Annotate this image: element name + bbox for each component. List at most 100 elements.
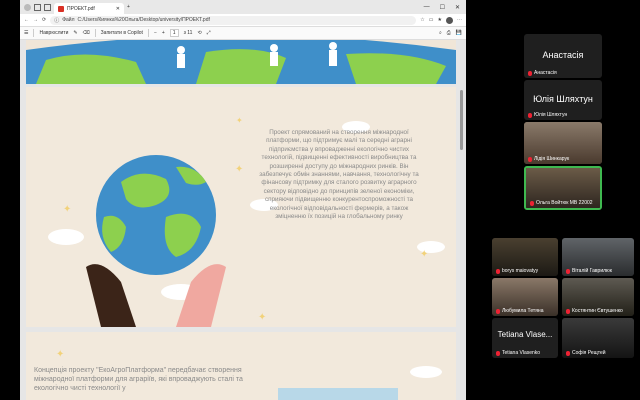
participant-name: Анастасія <box>534 70 557 76</box>
mic-muted-icon <box>528 70 532 76</box>
back-icon[interactable]: ← <box>24 17 29 23</box>
pdf-toolbar: ☰ Наврюслити ✎ ⌫ Запитати в Copilot − + … <box>20 27 466 40</box>
participant-tile[interactable]: Лідія Шинкарук <box>524 122 602 164</box>
participant-name: Костянтин Євтушенко <box>572 308 623 314</box>
project-concept: Концепція проекту "ЕкоАгроПлатформа" пер… <box>34 367 243 392</box>
close-tab-icon[interactable]: ✕ <box>116 6 120 12</box>
participant-tile[interactable]: Анастасія Анастасія <box>524 34 602 78</box>
svg-text:✦: ✦ <box>236 116 243 125</box>
mic-muted-icon <box>528 112 532 118</box>
scrollbar[interactable] <box>460 40 464 400</box>
url-field[interactable]: ⓘ Файл C:/Users/Киянка%20Ольга/Desktop/u… <box>50 15 417 25</box>
contents-button[interactable]: ☰ <box>24 30 28 36</box>
page-number-input[interactable]: 1 <box>169 29 179 37</box>
participant-tile[interactable]: Віталій Гаврилюк <box>562 238 634 276</box>
participant-label: Любумила Тетяна <box>496 308 543 314</box>
pdf-page-3: ✦ Концепція проекту "ЕкоАгроПлатформа" п… <box>26 332 456 400</box>
more-icon[interactable]: ⋯ <box>457 17 462 23</box>
profile-icon[interactable] <box>24 3 31 11</box>
participant-name: Любумила Тетяна <box>502 308 544 314</box>
participant-label: Віталій Гаврилюк <box>566 268 612 274</box>
participant-tile-active[interactable]: Ольга Войтюк МВ 22002 <box>524 166 602 210</box>
participant-tile[interactable]: Любумила Тетяна <box>492 278 558 316</box>
rotate-icon[interactable]: ⟲ <box>197 30 201 36</box>
participant-name: Лідія Шинкарук <box>534 156 570 162</box>
zoom-in-button[interactable]: + <box>162 30 165 36</box>
divider <box>33 29 35 37</box>
split-icon[interactable]: ▭ <box>429 17 434 23</box>
read-aloud-button[interactable]: Наврюслити <box>39 30 68 36</box>
participant-tile[interactable]: Костянтин Євтушенко <box>562 278 634 316</box>
avatar[interactable] <box>446 16 453 24</box>
refresh-icon[interactable]: ⟳ <box>42 17 46 23</box>
participant-name: borys maiovatyy <box>502 268 539 274</box>
svg-text:✦: ✦ <box>235 164 243 175</box>
participant-name: Юлія Шляхтун <box>534 112 568 118</box>
new-tab-button[interactable]: + <box>127 4 130 10</box>
url-text: C:/Users/Киянка%20Ольга/Desktop/universi… <box>77 17 210 23</box>
draw-button[interactable]: ✎ <box>73 30 77 36</box>
pdf-page-1 <box>26 40 456 84</box>
favorites-icon[interactable]: ★ <box>438 17 442 23</box>
svg-text:✦: ✦ <box>63 204 71 215</box>
participant-tile[interactable]: Tetiana Vlase... Tetiana Vlasenko <box>492 318 558 358</box>
page-total: з 11 <box>183 30 193 36</box>
maximize-button[interactable]: ☐ <box>440 4 445 11</box>
participant-name-large: Tetiana Vlase... <box>497 330 553 339</box>
participant-label: Tetiana Vlasenko <box>496 350 540 356</box>
participant-label: borys maiovatyy <box>496 268 538 274</box>
address-bar: ← → ⟳ ⓘ Файл C:/Users/Киянка%20Ольга/Des… <box>20 14 466 27</box>
earth-banner-image <box>26 40 456 84</box>
zoom-out-button[interactable]: − <box>154 30 157 36</box>
search-icon[interactable]: ⌕ <box>439 30 442 36</box>
mic-muted-icon <box>566 268 570 274</box>
copilot-button[interactable]: Запитати в Copilot <box>101 30 143 36</box>
mic-muted-icon <box>496 350 500 356</box>
svg-text:✦: ✦ <box>56 349 64 360</box>
participants-panel: Анастасія Анастасія Юлія Шляхтун Юлія Шл… <box>466 0 640 400</box>
divider <box>147 29 149 37</box>
mic-muted-icon <box>530 200 534 206</box>
participant-label: Костянтин Євтушенко <box>566 308 623 314</box>
tab-actions-icon[interactable] <box>44 3 51 11</box>
mic-muted-icon <box>566 308 570 314</box>
participant-name: Tetiana Vlasenko <box>502 350 541 356</box>
forward-icon[interactable]: → <box>33 17 38 23</box>
participant-name: Софія Рещтей <box>572 350 606 356</box>
participant-tile[interactable]: borys maiovatyy <box>492 238 558 276</box>
participant-label: Ольга Войтюк МВ 22002 <box>530 200 593 206</box>
collections-icon[interactable] <box>34 3 41 11</box>
print-icon[interactable]: ⎙ <box>447 30 451 36</box>
participant-label: Анастасія <box>528 70 557 76</box>
tab-title: ПРОЕКТ.pdf <box>67 5 95 12</box>
participant-label: Лідія Шинкарук <box>528 156 569 162</box>
participant-tile[interactable]: Софія Рещтей <box>562 318 634 358</box>
favorite-icon[interactable]: ☆ <box>420 17 424 23</box>
participant-tile[interactable]: Юлія Шляхтун Юлія Шляхтун <box>524 80 602 120</box>
tab-bar: ПРОЕКТ.pdf ✕ + — ☐ ✕ <box>20 0 466 14</box>
site-label: Файл <box>62 17 75 23</box>
participant-name-large: Анастасія <box>542 50 584 60</box>
svg-text:✦: ✦ <box>420 249 428 260</box>
participant-name: Ольга Войтюк МВ 22002 <box>536 200 593 206</box>
pdf-icon <box>58 5 64 12</box>
mic-muted-icon <box>496 268 500 274</box>
minimize-button[interactable]: — <box>424 4 430 11</box>
close-window-button[interactable]: ✕ <box>455 4 460 11</box>
participant-name: Віталій Гаврилюк <box>572 268 612 274</box>
participant-label: Софія Рещтей <box>566 350 606 356</box>
divider <box>94 29 96 37</box>
mic-muted-icon <box>566 350 570 356</box>
info-icon[interactable]: ⓘ <box>54 17 59 24</box>
fit-icon[interactable]: ⤢ <box>207 30 211 36</box>
scrollbar-thumb[interactable] <box>460 90 463 150</box>
pdf-page-2: ✦ ✦ ✦ ✦ ✦ Проект спрямований на створенн… <box>26 87 456 327</box>
svg-text:✦: ✦ <box>258 312 266 323</box>
project-description: Проект спрямований на створення міжнарод… <box>259 129 419 221</box>
mic-muted-icon <box>496 308 500 314</box>
participant-name-large: Юлія Шляхтун <box>533 94 593 104</box>
pdf-viewer[interactable]: ✦ ✦ ✦ ✦ ✦ Проект спрямований на створенн… <box>20 40 466 400</box>
erase-button[interactable]: ⌫ <box>83 30 90 36</box>
save-icon[interactable]: 💾 <box>456 30 462 36</box>
tab-pdf[interactable]: ПРОЕКТ.pdf ✕ <box>54 3 124 14</box>
